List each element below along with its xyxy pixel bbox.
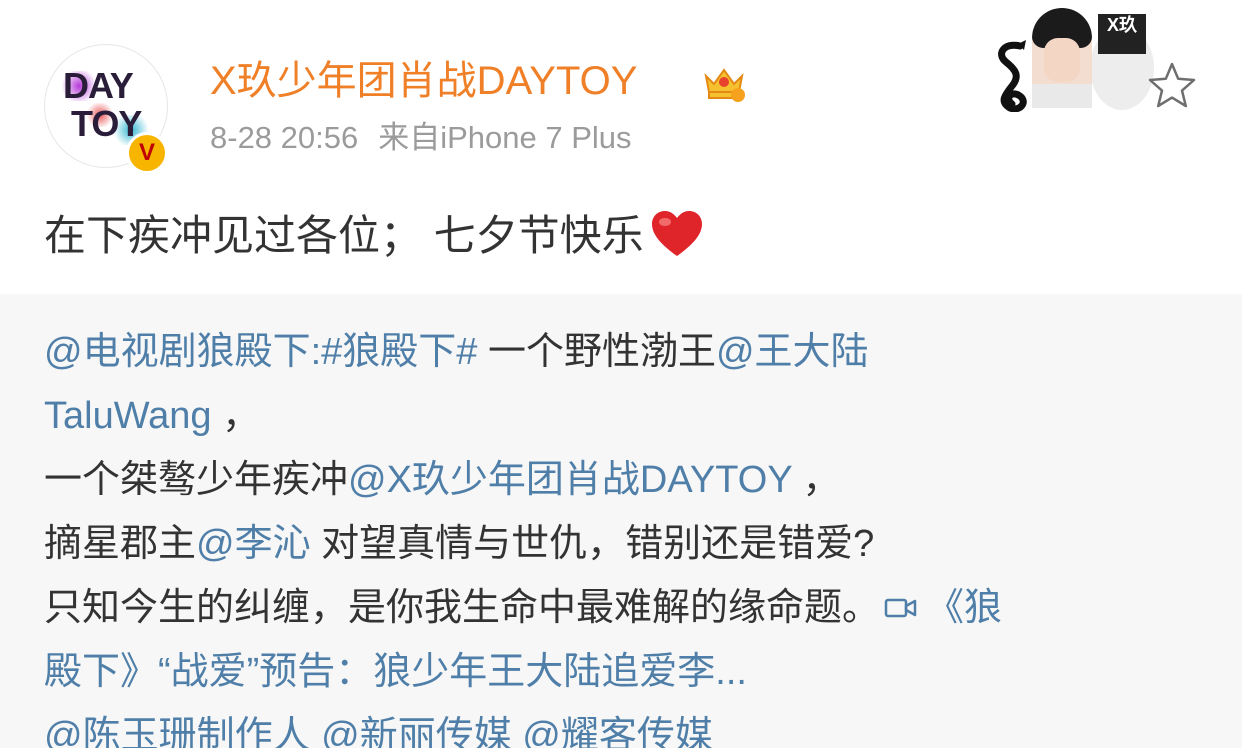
post-header: DAY TOY V X玖少年团肖战DAYTOY 8-28 20:56 来自iPho… xyxy=(0,0,1242,190)
repost-link[interactable]: @电视剧狼殿下 xyxy=(44,331,311,373)
star-icon[interactable] xyxy=(1146,60,1198,112)
repost-link[interactable]: TaluWang xyxy=(44,395,212,437)
card-logo: X玖 xyxy=(1098,14,1146,54)
repost-link[interactable]: @陈玉珊制作人 xyxy=(44,715,311,748)
repost-line: 殿下》“战爱”预告：狼少年王大陆追爱李... xyxy=(44,640,1204,704)
repost-line: @电视剧狼殿下:#狼殿下# 一个野性渤王@王大陆 xyxy=(44,320,1204,384)
repost-link[interactable]: @X玖少年团肖战DAYTOY xyxy=(348,459,792,501)
post-text-content: 在下疾冲见过各位； 七夕节快乐 xyxy=(44,212,644,259)
repost-line: 只知今生的纠缠，是你我生命中最难解的缘命题。 《狼 xyxy=(44,576,1204,640)
repost-text-segment: 摘星郡主 xyxy=(44,523,197,565)
post-meta: 8-28 20:56 来自iPhone 7 Plus xyxy=(210,118,632,158)
repost-line: @陈玉珊制作人 @新丽传媒 @耀客传媒 xyxy=(44,704,1204,748)
repost-text-segment xyxy=(512,715,523,748)
video-link-start[interactable]: 《狼 xyxy=(926,587,1002,629)
post-source[interactable]: 来自iPhone 7 Plus xyxy=(378,120,631,155)
repost-card[interactable]: @电视剧狼殿下:#狼殿下# 一个野性渤王@王大陆 TaluWang ， 一个桀骜… xyxy=(0,294,1242,748)
dragon-icon xyxy=(998,40,1027,112)
repost-text-segment xyxy=(311,715,322,748)
video-icon xyxy=(884,598,917,618)
verified-icon: V xyxy=(126,132,168,174)
post-text: 在下疾冲见过各位； 七夕节快乐 xyxy=(44,206,704,266)
avatar-logo-text: DAY TOY xyxy=(63,67,153,143)
repost-link[interactable]: @李沁 xyxy=(196,523,311,565)
repost-link[interactable]: #狼殿下# xyxy=(321,331,477,373)
repost-text-segment: 一个野性渤王 xyxy=(477,331,716,373)
repost-line: 一个桀骜少年疾冲@X玖少年团肖战DAYTOY ， xyxy=(44,448,1204,512)
repost-text-segment: ， xyxy=(211,395,261,437)
post-time: 8-28 20:56 xyxy=(210,120,359,155)
repost-text: @电视剧狼殿下:#狼殿下# 一个野性渤王@王大陆 TaluWang ， 一个桀骜… xyxy=(44,320,1204,748)
repost-link[interactable]: @耀客传媒 xyxy=(522,715,713,748)
card-portrait-face xyxy=(1044,38,1080,82)
avatar-logo-line1: DAY xyxy=(63,65,134,106)
repost-text-segment: ， xyxy=(792,459,841,501)
repost-line: TaluWang ， xyxy=(44,384,1204,448)
repost-text-segment: 对望真情与世仇，错别还是错爱? xyxy=(310,523,875,565)
repost-link[interactable]: : xyxy=(311,331,322,373)
heart-icon xyxy=(651,211,702,256)
card-portrait xyxy=(1032,8,1092,108)
repost-link[interactable]: 殿下》“战爱”预告：狼少年王大陆追爱李... xyxy=(44,651,747,693)
repost-text-segment: 一个桀骜少年疾冲 xyxy=(44,459,349,501)
repost-text-segment: 只知今生的纠缠，是你我生命中最难解的缘命题。 xyxy=(44,587,881,629)
vip-crown-icon[interactable] xyxy=(702,62,746,102)
card-portrait-shirt xyxy=(1032,84,1092,108)
repost-link[interactable]: @王大陆 xyxy=(716,331,869,373)
repost-line: 摘星郡主@李沁 对望真情与世仇，错别还是错爱? xyxy=(44,512,1204,576)
repost-link[interactable]: @新丽传媒 xyxy=(321,715,512,748)
profile-card-decoration[interactable]: X玖 xyxy=(990,8,1154,112)
username[interactable]: X玖少年团肖战DAYTOY xyxy=(210,56,637,106)
